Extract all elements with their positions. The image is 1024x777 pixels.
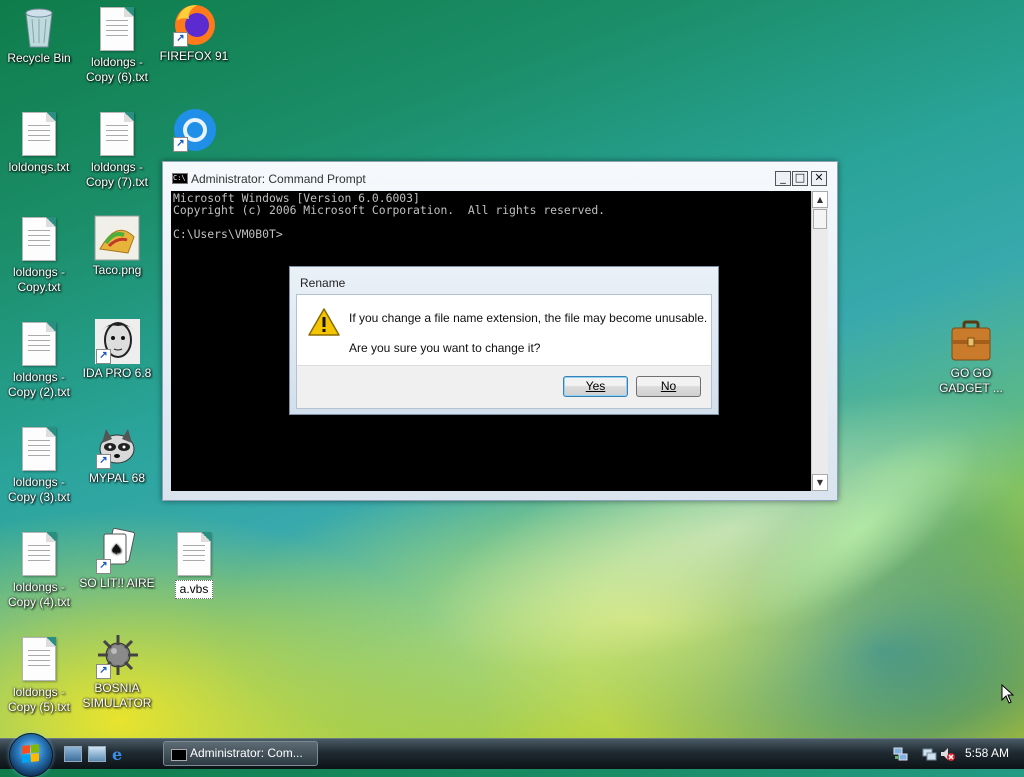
dialog-body: If you change a file name extension, the…	[296, 294, 712, 409]
desktop-icon-loldongs-copy-2[interactable]: loldongs - Copy (2).txt	[1, 320, 77, 400]
switch-windows-icon[interactable]	[88, 746, 106, 762]
clock[interactable]: 5:58 AM	[965, 746, 1009, 760]
desktop-icon-label: loldongs - Copy (6).txt	[85, 55, 148, 84]
desktop-icon-mypal[interactable]: ↗ MYPAL 68	[79, 423, 155, 486]
desktop-icon-loldongs-copy-3[interactable]: loldongs - Copy (3).txt	[1, 425, 77, 505]
desktop-icon-loldongs-copy-6[interactable]: loldongs - Copy (6).txt	[79, 5, 155, 85]
desktop-icon-label: GO GO GADGET ...	[939, 366, 1003, 395]
desktop-icon-firefox[interactable]: ↗ FIREFOX 91	[156, 1, 232, 64]
text-file-icon	[94, 112, 140, 158]
start-orb-icon[interactable]	[9, 733, 53, 777]
desktop-icon-loldongs-copy-7[interactable]: loldongs - Copy (7).txt	[79, 110, 155, 190]
text-file-icon	[94, 7, 140, 53]
desktop-icon-chrome[interactable]: ↗	[156, 106, 232, 154]
console-icon	[171, 749, 187, 761]
taco-image-icon	[94, 215, 140, 261]
desktop-icon-label: Taco.png	[92, 263, 142, 277]
text-file-icon	[16, 532, 62, 578]
dialog-button-bar: Yes No	[297, 365, 711, 408]
desktop-icon-label: BOSNIA SIMULATOR	[82, 681, 152, 710]
scroll-thumb[interactable]	[813, 209, 827, 229]
desktop-icon-taco[interactable]: Taco.png	[79, 215, 155, 278]
desktop-icon-gadget[interactable]: GO GO GADGET ...	[933, 318, 1009, 396]
svg-text:♠: ♠	[110, 542, 123, 558]
desktop-icon-label: loldongs - Copy (4).txt	[7, 580, 70, 609]
shortcut-arrow-icon: ↗	[96, 664, 111, 679]
shortcut-arrow-icon: ↗	[96, 454, 111, 469]
text-file-icon	[16, 217, 62, 263]
dialog-title: Rename	[300, 276, 346, 290]
desktop-icon-loldongs-copy-4[interactable]: loldongs - Copy (4).txt	[1, 530, 77, 610]
no-button[interactable]: No	[636, 376, 701, 397]
solitaire-cards-icon: ♠ ↗	[94, 527, 140, 574]
desktop-icon-label: loldongs - Copy (2).txt	[7, 370, 70, 399]
desktop-icon-bosnia[interactable]: ↗ BOSNIA SIMULATOR	[79, 633, 155, 711]
show-desktop-icon[interactable]	[64, 746, 82, 762]
shortcut-arrow-icon: ↗	[96, 349, 111, 364]
desktop-icon-ida-pro[interactable]: ↗ IDA PRO 6.8	[79, 318, 155, 381]
text-file-icon	[16, 322, 62, 368]
desktop-icon-label: loldongs - Copy (7).txt	[85, 160, 148, 189]
warning-icon	[307, 307, 341, 337]
rename-dialog[interactable]: Rename If you change a file name extensi…	[289, 266, 719, 415]
desktop-icon-label: loldongs.txt	[8, 160, 70, 174]
desktop-icon-label: IDA PRO 6.8	[82, 366, 152, 380]
yes-button-label: Yes	[585, 379, 606, 393]
desktop-icon-label: a.vbs	[174, 580, 214, 599]
window-title: Administrator: Command Prompt	[191, 172, 366, 186]
connection-icon[interactable]	[921, 746, 937, 762]
internet-explorer-icon[interactable]: e	[111, 745, 129, 764]
desktop-icon-a-vbs[interactable]: a.vbs	[156, 530, 232, 599]
desktop-icon-solitaire[interactable]: ♠ ↗ SO LIT!! AIRE	[79, 527, 155, 591]
chrome-icon: ↗	[171, 106, 217, 152]
text-file-icon	[16, 112, 62, 158]
desktop-icon-label: loldongs - Copy.txt	[12, 265, 66, 294]
briefcase-icon	[948, 318, 994, 364]
volume-muted-icon[interactable]	[939, 746, 955, 762]
desktop-icon-label: loldongs - Copy (3).txt	[7, 475, 70, 504]
desktop-icon-recycle-bin[interactable]: Recycle Bin	[1, 3, 77, 66]
spiked-mine-icon: ↗	[94, 633, 140, 679]
taskbar-button-command-prompt[interactable]: Administrator: Com...	[163, 741, 318, 766]
desktop-icon-label: FIREFOX 91	[159, 49, 229, 63]
shortcut-arrow-icon: ↗	[173, 32, 188, 47]
close-button[interactable]: ✕	[811, 171, 827, 186]
dialog-question: Are you sure you want to change it?	[349, 341, 541, 355]
text-file-icon	[16, 637, 62, 683]
mypal-raccoon-icon: ↗	[94, 423, 140, 469]
desktop-icon-label: MYPAL 68	[88, 471, 146, 485]
network-icon[interactable]	[893, 746, 909, 762]
recycle-bin-icon	[16, 3, 62, 49]
taskbar-button-label: Administrator: Com...	[190, 746, 303, 760]
desktop-icon-label: Recycle Bin	[7, 51, 71, 65]
shortcut-arrow-icon: ↗	[173, 137, 188, 152]
windows-flag-icon	[22, 744, 40, 764]
dialog-message: If you change a file name extension, the…	[349, 311, 708, 325]
maximize-button[interactable]: □	[792, 171, 808, 186]
mouse-cursor-icon	[1001, 683, 1015, 707]
svg-text:e: e	[112, 746, 122, 762]
vbs-file-icon	[171, 532, 217, 578]
minimize-button[interactable]: _	[775, 171, 791, 186]
text-file-icon	[16, 427, 62, 473]
firefox-icon: ↗	[171, 1, 217, 47]
ida-pro-icon: ↗	[94, 318, 141, 365]
desktop-icon-loldongs-copy[interactable]: loldongs - Copy.txt	[1, 215, 77, 295]
taskbar: e Administrator: Com... 5:58 AM	[0, 733, 1024, 777]
no-button-label: No	[660, 379, 677, 393]
window-titlebar[interactable]: C:\ Administrator: Command Prompt _ □ ✕	[163, 162, 837, 186]
scroll-down-arrow-icon[interactable]: ▼	[812, 474, 828, 491]
shortcut-arrow-icon: ↗	[96, 559, 111, 574]
desktop-icon-loldongs-copy-5[interactable]: loldongs - Copy (5).txt	[1, 635, 77, 715]
yes-button[interactable]: Yes	[563, 376, 628, 397]
desktop-icon-label: loldongs - Copy (5).txt	[7, 685, 70, 714]
desktop-icon-loldongs[interactable]: loldongs.txt	[1, 110, 77, 175]
vertical-scrollbar[interactable]: ▲ ▼	[811, 191, 828, 491]
scroll-up-arrow-icon[interactable]: ▲	[812, 191, 828, 208]
console-icon: C:\	[172, 173, 188, 184]
desktop-icon-label: SO LIT!! AIRE	[79, 576, 155, 590]
